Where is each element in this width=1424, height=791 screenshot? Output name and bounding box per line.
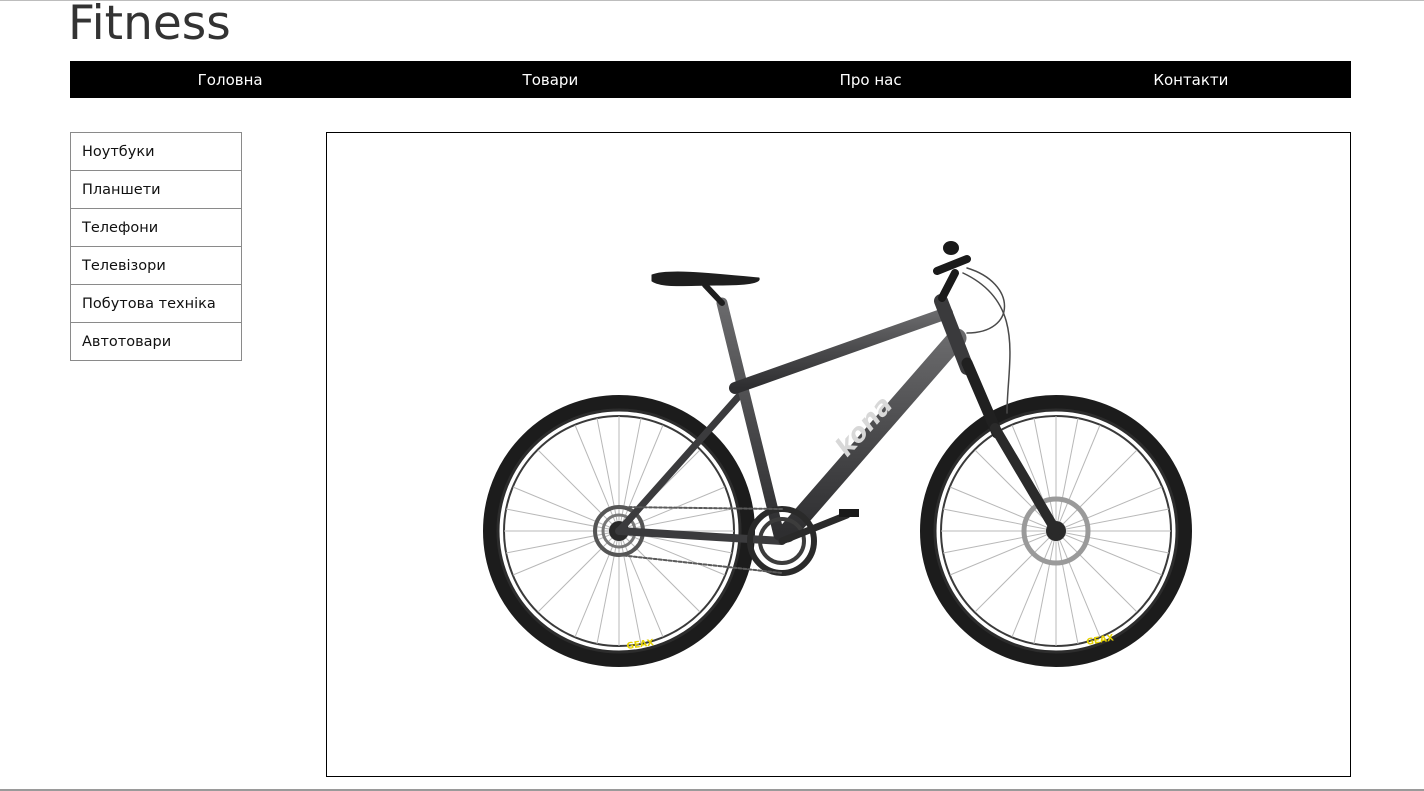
sidebar-item-auto[interactable]: Автотовари — [70, 322, 242, 361]
sidebar-item-tablets[interactable]: Планшети — [70, 170, 242, 209]
nav-item-home[interactable]: Головна — [70, 61, 390, 98]
sidebar-item-phones[interactable]: Телефони — [70, 208, 242, 247]
bike-image: GEAX GEAX kona — [483, 241, 1192, 667]
site-title[interactable]: Fitness — [68, 0, 231, 52]
nav-item-contacts[interactable]: Контакти — [1031, 61, 1351, 98]
sidebar-item-appliances[interactable]: Побутова техніка — [70, 284, 242, 323]
nav-item-about[interactable]: Про нас — [711, 61, 1031, 98]
bike-frame: kona — [615, 241, 1061, 576]
nav-item-products[interactable]: Товари — [390, 61, 710, 98]
top-nav: Головна Товари Про нас Контакти — [70, 61, 1351, 98]
sidebar-item-tvs[interactable]: Телевізори — [70, 246, 242, 285]
category-sidebar: Ноутбуки Планшети Телефони Телевізори По… — [70, 132, 242, 361]
sidebar-item-laptops[interactable]: Ноутбуки — [70, 132, 242, 171]
product-image-frame: GEAX GEAX kona — [326, 132, 1351, 777]
